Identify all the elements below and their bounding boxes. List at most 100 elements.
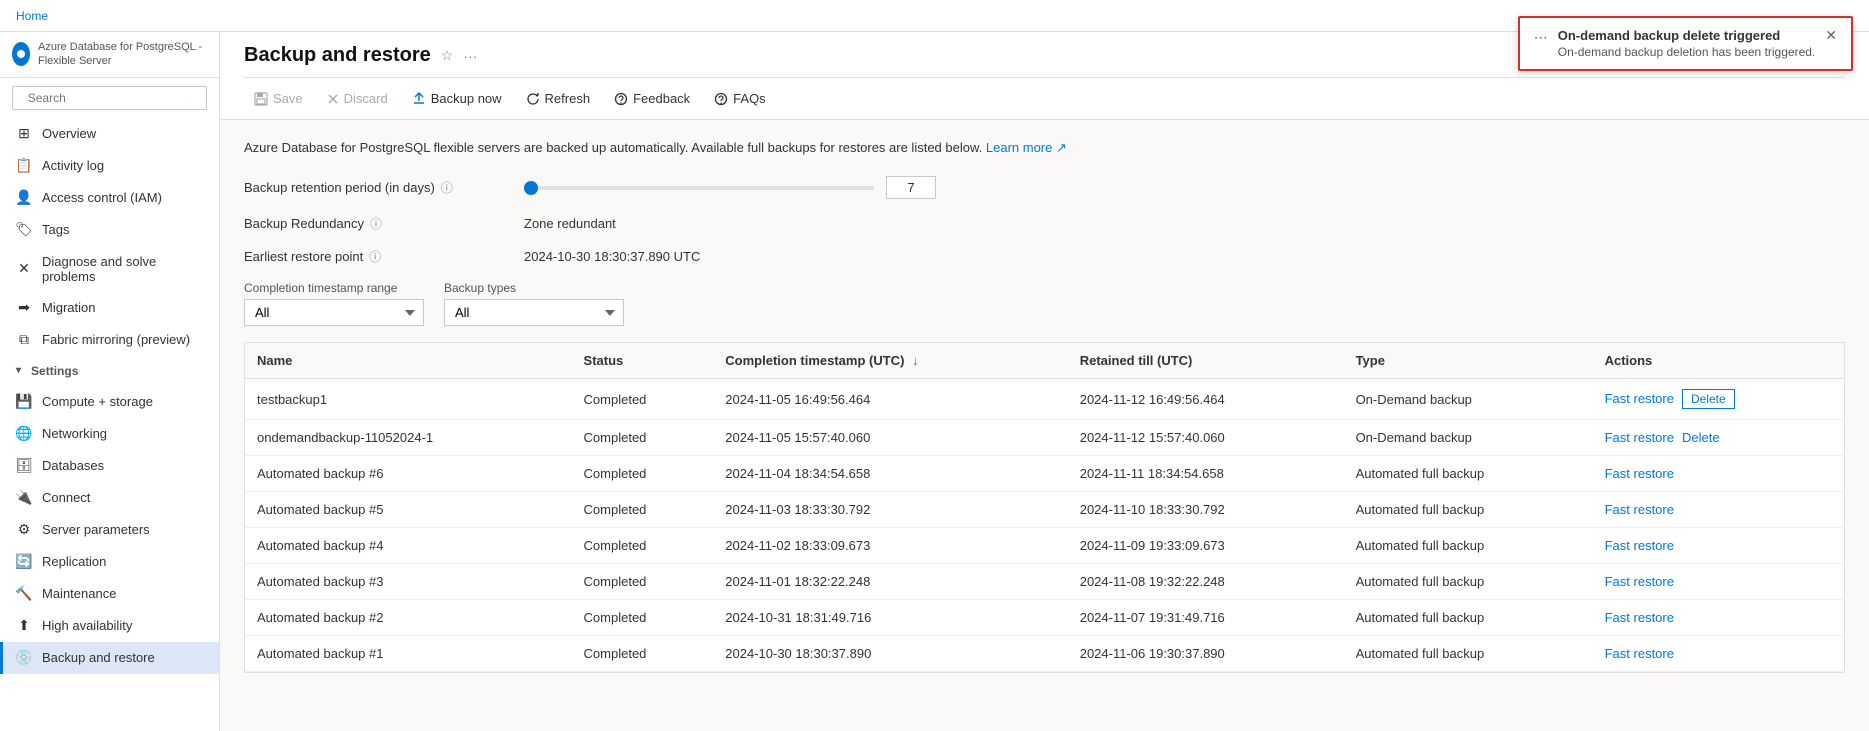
fast-restore-link[interactable]: Fast restore [1605, 646, 1674, 661]
backup-restore-icon: 💿 [16, 650, 32, 666]
fast-restore-link[interactable]: Fast restore [1605, 430, 1674, 445]
fast-restore-link[interactable]: Fast restore [1605, 574, 1674, 589]
fast-restore-link[interactable]: Fast restore [1605, 538, 1674, 553]
favorite-icon[interactable]: ☆ [441, 47, 454, 64]
fast-restore-link[interactable]: Fast restore [1605, 466, 1674, 481]
faqs-icon [714, 92, 728, 106]
sidebar-item-backup-restore[interactable]: 💿 Backup and restore [0, 642, 219, 674]
cell-type: Automated full backup [1344, 528, 1593, 564]
sidebar-logo-area: Azure Database for PostgreSQL - Flexible… [0, 32, 219, 78]
table-row: Automated backup #4 Completed 2024-11-02… [245, 528, 1844, 564]
home-link[interactable]: Home [16, 9, 48, 23]
collapse-icon[interactable] [197, 93, 198, 103]
sidebar-item-connect[interactable]: 🔌 Connect [0, 482, 219, 514]
settings-section-label: Settings [31, 364, 78, 378]
overview-icon: ⊞ [16, 126, 32, 142]
cell-retained-till: 2024-11-06 19:30:37.890 [1068, 636, 1344, 672]
redundancy-label: Backup Redundancy [244, 216, 364, 231]
cell-actions: Fast restore [1593, 564, 1844, 600]
settings-section: ▾ Settings [0, 356, 219, 386]
delete-button[interactable]: Delete [1682, 389, 1735, 409]
sidebar-item-diagnose[interactable]: ✕ Diagnose and solve problems [0, 246, 219, 292]
sidebar: Azure Database for PostgreSQL - Flexible… [0, 32, 220, 731]
fast-restore-link[interactable]: Fast restore [1605, 391, 1674, 406]
col-status: Status [572, 343, 714, 379]
cell-status: Completed [572, 379, 714, 420]
cell-retained-till: 2024-11-12 16:49:56.464 [1068, 379, 1344, 420]
col-completion-ts[interactable]: Completion timestamp (UTC) ↓ [713, 343, 1067, 379]
timestamp-filter-select[interactable]: All [244, 299, 424, 326]
cell-actions: Fast restore [1593, 492, 1844, 528]
cell-completion-ts: 2024-11-02 18:33:09.673 [713, 528, 1067, 564]
retention-info-icon[interactable]: ⓘ [441, 179, 453, 196]
replication-icon: 🔄 [16, 554, 32, 570]
x-icon [327, 93, 339, 105]
cell-name: ondemandbackup-11052024-1 [245, 420, 572, 456]
save-icon [254, 92, 268, 106]
sidebar-item-access-control[interactable]: 👤 Access control (IAM) [0, 182, 219, 214]
type-filter-select[interactable]: All [444, 299, 624, 326]
sidebar-item-tags[interactable]: 🏷 Tags [0, 214, 219, 246]
toast-icon: ⋯ [1534, 29, 1548, 46]
refresh-button[interactable]: Refresh [516, 86, 601, 111]
sidebar-item-fabric-mirroring[interactable]: ⧉ Fabric mirroring (preview) [0, 324, 219, 356]
delete-link[interactable]: Delete [1682, 430, 1720, 445]
cell-status: Completed [572, 636, 714, 672]
cell-status: Completed [572, 420, 714, 456]
cell-actions: Fast restore [1593, 528, 1844, 564]
sidebar-item-networking[interactable]: 🌐 Networking [0, 418, 219, 450]
sidebar-item-activity-log[interactable]: 📋 Activity log [0, 150, 219, 182]
learn-more-link[interactable]: Learn more ↗ [986, 140, 1067, 155]
sidebar-subtitle: Azure Database for PostgreSQL - Flexible… [38, 40, 207, 69]
sidebar-item-label: Server parameters [42, 522, 150, 537]
cell-retained-till: 2024-11-08 19:32:22.248 [1068, 564, 1344, 600]
retention-value: 7 [886, 176, 936, 199]
sidebar-item-high-availability[interactable]: ⬆ High availability [0, 610, 219, 642]
diagnose-icon: ✕ [16, 261, 32, 277]
fast-restore-link[interactable]: Fast restore [1605, 610, 1674, 625]
sidebar-item-label: Databases [42, 458, 104, 473]
faqs-button[interactable]: FAQs [704, 86, 776, 111]
cell-actions: Fast restore [1593, 600, 1844, 636]
compute-storage-icon: 💾 [16, 394, 32, 410]
cell-name: Automated backup #3 [245, 564, 572, 600]
toast-close-button[interactable]: ✕ [1825, 28, 1837, 42]
table-row: Automated backup #6 Completed 2024-11-04… [245, 456, 1844, 492]
sidebar-item-databases[interactable]: 🗄 Databases [0, 450, 219, 482]
feedback-button[interactable]: Feedback [604, 86, 700, 111]
sidebar-item-label: Compute + storage [42, 394, 153, 409]
retention-slider[interactable] [524, 186, 874, 190]
sidebar-item-compute-storage[interactable]: 💾 Compute + storage [0, 386, 219, 418]
sidebar-item-migration[interactable]: ➡ Migration [0, 292, 219, 324]
discard-button[interactable]: Discard [317, 86, 398, 111]
page-title: Backup and restore [244, 44, 431, 67]
sidebar-item-label: Networking [42, 426, 107, 441]
sidebar-item-maintenance[interactable]: 🔨 Maintenance [0, 578, 219, 610]
table-row: Automated backup #2 Completed 2024-10-31… [245, 600, 1844, 636]
restore-point-info-icon[interactable]: ⓘ [369, 248, 381, 265]
restore-point-row: Earliest restore point ⓘ 2024-10-30 18:3… [244, 248, 1845, 265]
tags-icon: 🏷 [16, 222, 32, 238]
save-button[interactable]: Save [244, 86, 313, 111]
cell-retained-till: 2024-11-09 19:33:09.673 [1068, 528, 1344, 564]
cell-status: Completed [572, 600, 714, 636]
cell-type: On-Demand backup [1344, 379, 1593, 420]
filters-row: Completion timestamp range All Backup ty… [244, 281, 1845, 326]
maintenance-icon: 🔨 [16, 586, 32, 602]
sidebar-item-label: Connect [42, 490, 90, 505]
redundancy-info-icon[interactable]: ⓘ [370, 215, 382, 232]
more-options-icon[interactable]: ··· [463, 48, 477, 64]
sidebar-item-server-parameters[interactable]: ⚙ Server parameters [0, 514, 219, 546]
timestamp-filter-label: Completion timestamp range [244, 281, 424, 295]
sidebar-item-overview[interactable]: ⊞ Overview [0, 118, 219, 150]
info-description: Azure Database for PostgreSQL flexible s… [244, 140, 1845, 156]
search-input[interactable] [28, 91, 183, 105]
restore-point-value: 2024-10-30 18:30:37.890 UTC [524, 249, 700, 264]
backup-now-button[interactable]: Backup now [402, 86, 512, 111]
upload-icon [412, 92, 426, 106]
sidebar-item-replication[interactable]: 🔄 Replication [0, 546, 219, 578]
search-box[interactable] [12, 86, 207, 110]
connect-icon: 🔌 [16, 490, 32, 506]
expand-icon[interactable] [191, 93, 192, 103]
fast-restore-link[interactable]: Fast restore [1605, 502, 1674, 517]
